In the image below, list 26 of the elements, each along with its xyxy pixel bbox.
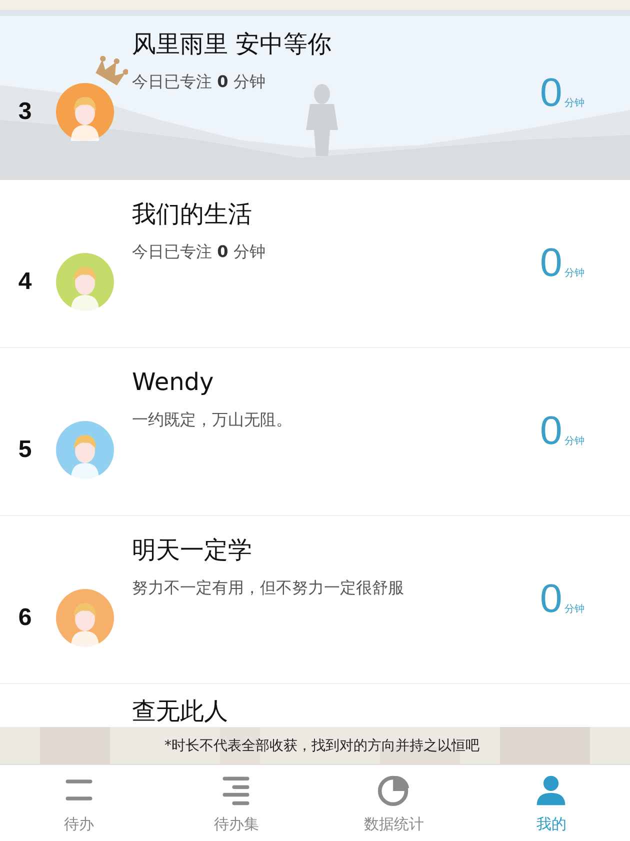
minutes-unit: 分钟 xyxy=(564,266,584,280)
nav-tab[interactable]: 待办 xyxy=(0,765,158,841)
minutes-unit: 分钟 xyxy=(564,96,584,110)
rank-number: 5 xyxy=(18,436,32,464)
rank-number: 3 xyxy=(18,98,32,126)
nav-tab[interactable]: 我的 xyxy=(472,765,630,841)
minutes-unit: 分钟 xyxy=(564,602,584,616)
user-name: Wendy xyxy=(132,367,215,398)
focus-minutes: 0 xyxy=(540,242,562,284)
minutes-unit: 分钟 xyxy=(564,434,584,448)
focus-minutes: 0 xyxy=(540,578,562,620)
user-status: 今日已专注 0 分钟 xyxy=(132,71,266,93)
user-status: 努力不一定有用，但不努力一定很舒服 xyxy=(132,577,405,599)
user-name: 我们的生活 xyxy=(132,199,253,230)
footnote-text: *时长不代表全部收获，找到对的方向并持之以恒吧 xyxy=(164,736,480,754)
rank-number: 4 xyxy=(18,268,32,296)
user-status: 今日已专注 0 分钟 xyxy=(132,241,266,263)
focus-minutes: 0 xyxy=(540,410,562,452)
rank-number: 6 xyxy=(18,604,32,632)
nav-tab[interactable]: 待办集 xyxy=(158,765,315,841)
user-name: 风里雨里 安中等你 xyxy=(132,29,333,60)
nav-tab[interactable]: 数据统计 xyxy=(315,765,472,841)
user-name: 明天一定学 xyxy=(132,535,253,566)
user-status: 一约既定，万山无阻。 xyxy=(132,409,293,431)
user-name: 查无此人 xyxy=(132,696,229,726)
focus-minutes: 0 xyxy=(540,72,562,114)
